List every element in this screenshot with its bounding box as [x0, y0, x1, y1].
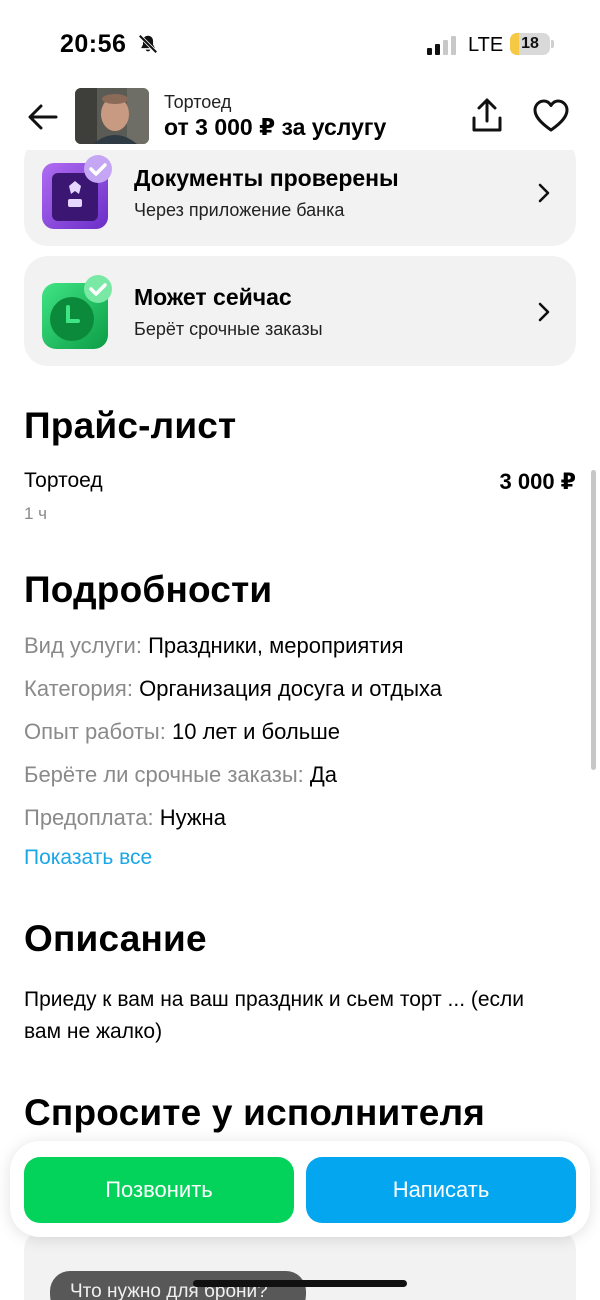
detail-key: Категория: [24, 676, 133, 701]
home-indicator[interactable] [193, 1280, 407, 1287]
avatar[interactable] [75, 88, 149, 144]
detail-row: Предоплата: Нужна [24, 805, 226, 831]
pricelist-title: Прайс-лист [24, 405, 237, 446]
ask-title: Спросите у исполнителя [24, 1092, 486, 1133]
card-title: Может сейчас [134, 284, 292, 310]
available-now-card[interactable]: Может сейчас Берёт срочные заказы [24, 256, 576, 366]
bell-slash-icon [138, 34, 158, 54]
description-text: Приеду к вам на ваш праздник и сьем торт… [24, 988, 525, 1043]
card-subtitle: Берёт срочные заказы [134, 319, 323, 339]
detail-value: Праздники, мероприятия [148, 633, 404, 658]
description-title: Описание [24, 918, 207, 959]
card-subtitle: Через приложение банка [134, 200, 345, 220]
price-item-duration: 1 ч [24, 504, 48, 523]
header-name: Тортоед [164, 92, 232, 112]
chevron-right-icon [538, 183, 550, 203]
top-bar: Тортоед от 3 000 ₽ за услугу [0, 86, 600, 150]
arrow-left-icon[interactable] [26, 100, 60, 134]
verified-documents-icon [42, 155, 112, 229]
status-bar: 20:56 LTE 18 [0, 0, 600, 88]
detail-key: Предоплата: [24, 805, 154, 830]
write-button[interactable]: Написать [306, 1157, 576, 1223]
price-item-value: 3 000 ₽ [499, 469, 576, 494]
call-button[interactable]: Позвонить [24, 1157, 294, 1223]
network-label: LTE [468, 34, 504, 56]
show-all-link[interactable]: Показать все [24, 846, 152, 870]
scrollbar[interactable] [591, 470, 596, 770]
chevron-right-icon [538, 302, 550, 322]
detail-value: Да [309, 762, 338, 787]
signal-icon [427, 36, 456, 55]
battery-icon: 18 [510, 33, 554, 55]
action-bar: Позвонить Написать [10, 1141, 590, 1237]
status-time: 20:56 [60, 30, 127, 58]
detail-value: Организация досуга и отдыха [139, 676, 442, 701]
detail-row: Категория: Организация досуга и отдыха [24, 676, 442, 702]
details-title: Подробности [24, 569, 273, 610]
header-price: от 3 000 ₽ за услугу [164, 114, 387, 140]
card-title: Документы проверены [134, 165, 399, 191]
detail-value: 10 лет и больше [171, 719, 341, 744]
price-item-name: Тортоед [24, 469, 103, 492]
detail-key: Берёте ли срочные заказы: [24, 762, 304, 787]
heart-icon[interactable] [532, 98, 570, 134]
detail-row: Опыт работы: 10 лет и больше [24, 719, 340, 745]
detail-key: Вид услуги: [24, 633, 142, 658]
detail-key: Опыт работы: [24, 719, 166, 744]
clock-check-icon [42, 275, 112, 349]
detail-row: Вид услуги: Праздники, мероприятия [24, 633, 404, 659]
detail-value: Нужна [159, 805, 226, 830]
verified-documents-card[interactable]: Документы проверены Через приложение бан… [24, 137, 576, 246]
detail-row: Берёте ли срочные заказы: Да [24, 762, 337, 788]
share-icon[interactable] [468, 96, 506, 136]
battery-percent: 18 [521, 35, 539, 52]
